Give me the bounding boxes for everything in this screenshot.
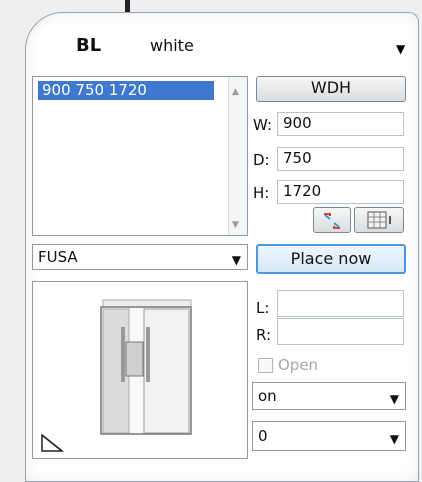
height-label: H: [253,184,270,202]
wdh-button[interactable]: WDH [256,76,406,102]
place-now-button[interactable]: Place now [256,244,406,274]
series-chevron-down-icon[interactable]: ▼ [232,248,241,272]
fridge-preview [100,299,192,435]
open-checkbox[interactable] [258,358,273,373]
right-label: R: [256,326,272,344]
open-label: Open [278,356,319,374]
resize-corner-icon[interactable] [39,432,65,454]
number-select[interactable]: 0 ▼ [252,421,406,451]
expand-button[interactable] [313,207,351,233]
scroll-up-icon[interactable]: ▲ [232,87,239,97]
grid-calendar-icon [367,211,391,229]
series-select-value: FUSA [38,248,78,266]
number-chevron-down-icon[interactable]: ▼ [390,425,399,453]
grid-button[interactable] [354,207,404,233]
on-select-value: on [258,387,277,405]
color-dropdown-chevron-icon[interactable]: ▼ [396,42,405,56]
number-select-value: 0 [258,427,268,445]
right-position-field[interactable] [277,318,404,345]
color-dropdown-value[interactable]: white [150,36,194,55]
dimension-list[interactable]: 900 750 1720 ▲ ▼ [32,76,248,236]
width-field[interactable]: 900 [277,112,404,136]
height-field[interactable]: 1720 [277,180,404,204]
expand-arrows-icon [324,213,340,229]
left-position-field[interactable] [277,290,404,317]
scroll-down-icon[interactable]: ▼ [232,220,239,230]
series-select[interactable]: FUSA ▼ [32,244,248,270]
list-scrollbar[interactable]: ▲ ▼ [228,77,247,235]
list-item[interactable]: 900 750 1720 [38,81,214,100]
type-label: BL [76,35,102,56]
on-chevron-down-icon[interactable]: ▼ [390,386,399,412]
left-label: L: [256,299,270,317]
width-label: W: [253,116,273,134]
preview-pane [32,281,248,459]
depth-label: D: [253,151,270,169]
depth-field[interactable]: 750 [277,147,404,171]
on-select[interactable]: on ▼ [252,382,406,410]
